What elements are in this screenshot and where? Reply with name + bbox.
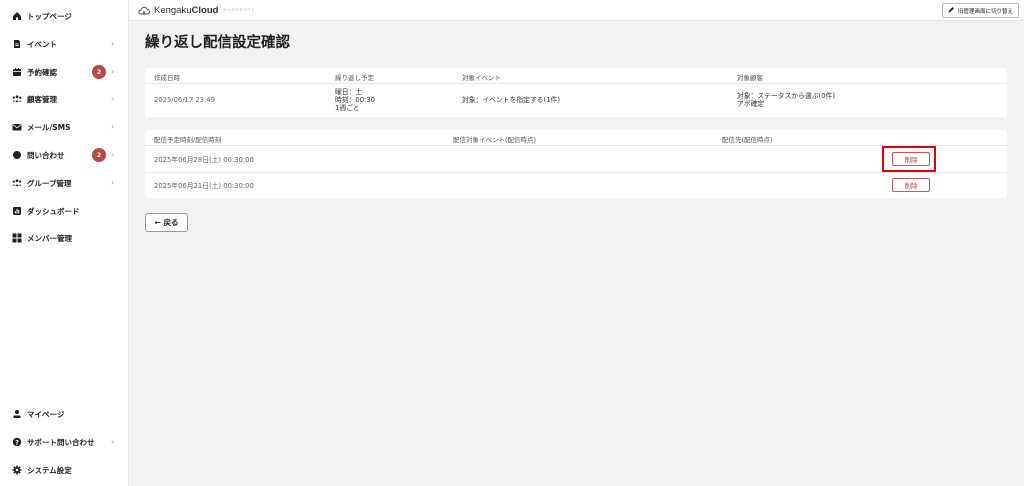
calendar-icon	[12, 67, 22, 77]
schedule-interval: 1週ごと	[335, 104, 360, 112]
logo-subtitle: ケンガククラウド	[223, 7, 256, 12]
schedule-time: 時刻：00:30	[335, 96, 375, 104]
sidebar-item-mail-sms[interactable]: メール/SMS ›	[0, 117, 128, 137]
summary-header-row: 作成日時 繰り返し予定 対象イベント 対象顧客	[145, 68, 1007, 84]
delete-button[interactable]: 削除	[892, 178, 930, 192]
group-icon	[12, 178, 22, 188]
home-icon	[12, 11, 22, 21]
row-divider	[145, 172, 1007, 173]
created-at-value: 2025/06/17 23:49	[154, 96, 215, 104]
col-header-delivery-time: 配信予定時刻/配信時刻	[154, 136, 222, 144]
delivery-schedule-table: 配信予定時刻/配信時刻 配信対象イベント(配信時点) 配信先(配信時点) 202…	[145, 130, 1007, 198]
highlight-box	[882, 146, 936, 172]
chevron-right-icon: ›	[111, 150, 115, 159]
delivery-datetime: 2025年06月21日(土) 00:30:00	[154, 182, 254, 190]
sidebar-item-label: サポート問い合わせ	[27, 437, 95, 447]
logo-text-bold: Cloud	[191, 4, 219, 16]
summary-card: 作成日時 繰り返し予定 対象イベント 対象顧客 2025/06/17 23:49…	[145, 68, 1007, 117]
svg-text:?: ?	[15, 438, 19, 446]
notification-badge: 2	[92, 65, 106, 79]
sidebar-item-support[interactable]: ? サポート問い合わせ ›	[0, 432, 128, 452]
delivery-header-row: 配信予定時刻/配信時刻 配信対象イベント(配信時点) 配信先(配信時点)	[145, 130, 1007, 146]
sidebar-item-label: 問い合わせ	[27, 150, 65, 160]
schedule-weekday: 曜日：土	[335, 88, 363, 96]
edit-icon	[948, 6, 955, 15]
sidebar: トップページ イベント › 予約確認 2 › 顧客管理 › メール/SMS › …	[0, 0, 129, 486]
sidebar-item-group[interactable]: グループ管理 ›	[0, 173, 128, 193]
sidebar-item-label: イベント	[27, 39, 57, 49]
sidebar-item-inquiry[interactable]: 問い合わせ 2 ›	[0, 145, 128, 165]
main-content: 繰り返し配信設定確認 作成日時 繰り返し予定 対象イベント 対象顧客 2025/…	[129, 21, 1024, 486]
target-customer-value: 対象：ステータスから選ぶ(0件) アポ確定	[737, 92, 835, 108]
chevron-right-icon: ›	[111, 94, 115, 103]
sidebar-item-label: マイページ	[27, 409, 65, 419]
sidebar-item-label: 予約確認	[27, 67, 57, 77]
logo-text-light: Kengaku	[154, 4, 192, 16]
gear-icon	[12, 465, 22, 475]
sidebar-item-dashboard[interactable]: ダッシュボード	[0, 201, 128, 221]
sidebar-item-label: トップページ	[27, 11, 72, 21]
help-icon: ?	[12, 437, 22, 447]
document-icon	[12, 39, 22, 49]
target-customer-line: 対象：ステータスから選ぶ(0件)	[737, 92, 835, 100]
person-icon	[12, 409, 22, 419]
sidebar-item-label: 顧客管理	[27, 94, 57, 104]
switch-old-admin-button[interactable]: 旧管理画面に切り替え	[941, 3, 1019, 18]
sidebar-item-top-page[interactable]: トップページ	[0, 6, 128, 26]
col-header-schedule: 繰り返し予定	[335, 74, 374, 82]
sidebar-item-members[interactable]: メンバー管理	[0, 228, 128, 248]
cloud-logo-icon	[138, 6, 150, 14]
logo-text: KengakuCloud	[154, 5, 218, 16]
sidebar-item-customers[interactable]: 顧客管理 ›	[0, 89, 128, 109]
col-header-target-event: 対象イベント	[462, 74, 501, 82]
col-header-delivery-event: 配信対象イベント(配信時点)	[453, 136, 537, 144]
notification-badge: 2	[92, 148, 106, 162]
chevron-right-icon: ›	[111, 437, 115, 446]
chevron-right-icon: ›	[111, 178, 115, 187]
col-header-target-customer: 対象顧客	[737, 74, 763, 82]
sidebar-item-label: ダッシュボード	[27, 206, 80, 216]
back-button[interactable]: ← 戻る	[145, 213, 188, 232]
chevron-right-icon: ›	[111, 39, 115, 48]
sidebar-item-label: グループ管理	[27, 178, 72, 188]
chart-icon	[12, 206, 22, 216]
sidebar-item-event[interactable]: イベント ›	[0, 34, 128, 54]
sidebar-item-label: メール/SMS	[27, 122, 71, 132]
chevron-right-icon: ›	[111, 67, 115, 76]
app-logo[interactable]: KengakuCloud ケンガククラウド	[138, 5, 255, 16]
page-title: 繰り返し配信設定確認	[145, 35, 290, 51]
target-customer-line: アポ確定	[737, 100, 765, 108]
sidebar-item-system-settings[interactable]: システム設定	[0, 460, 128, 480]
top-header: KengakuCloud ケンガククラウド 旧管理画面に切り替え	[129, 0, 1024, 21]
schedule-value: 曜日：土 時刻：00:30 1週ごと	[335, 88, 375, 112]
delivery-datetime: 2025年06月28日(土) 00:30:00	[154, 156, 254, 164]
col-header-created-at: 作成日時	[154, 74, 180, 82]
users-icon	[12, 94, 22, 104]
mail-icon	[12, 122, 22, 132]
switch-old-admin-label: 旧管理画面に切り替え	[957, 8, 1013, 15]
chat-icon	[12, 150, 22, 160]
grid-icon	[12, 233, 22, 243]
sidebar-item-reservation[interactable]: 予約確認 2 ›	[0, 62, 128, 82]
sidebar-item-label: システム設定	[27, 465, 72, 475]
sidebar-item-label: メンバー管理	[27, 233, 72, 243]
sidebar-item-my-page[interactable]: マイページ	[0, 404, 128, 424]
target-event-value: 対象：イベントを指定する(1件)	[462, 96, 560, 104]
chevron-right-icon: ›	[111, 122, 115, 131]
col-header-delivery-destination: 配信先(配信時点)	[722, 136, 773, 144]
